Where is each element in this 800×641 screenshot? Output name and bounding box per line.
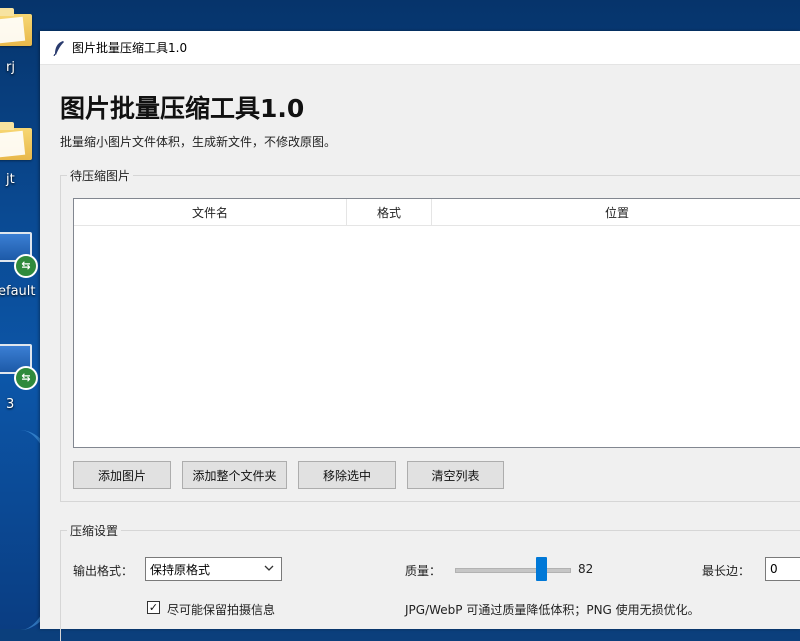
images-group-title: 待压缩图片 [67,167,134,184]
quality-label: 质量： [405,564,442,578]
add-images-button[interactable]: 添加图片 [73,461,171,489]
add-folder-button[interactable]: 添加整个文件夹 [182,461,287,489]
feather-icon [53,40,64,56]
column-location[interactable]: 位置 [432,199,800,225]
window-title: 图片批量压缩工具1.0 [72,41,188,55]
max-side-label: 最长边： [702,564,751,578]
output-format-select[interactable]: 保持原格式 [145,557,282,581]
settings-group: 压缩设置 输出格式： 保持原格式 质量： 82 最长边： 0 ✓ 尽可能保留拍摄… [60,522,800,641]
images-group: 待压缩图片 文件名 格式 位置 添加图片 添加整个文件夹 移除选中 清空列表 [60,167,800,502]
list-header: 文件名 格式 位置 [74,199,800,226]
keep-exif-checkbox[interactable]: ✓ [147,601,160,614]
quality-slider-thumb[interactable] [536,557,548,581]
clear-list-button[interactable]: 清空列表 [407,461,504,489]
folder-icon [0,8,32,46]
image-list[interactable]: 文件名 格式 位置 [73,198,800,448]
folder-icon [0,122,32,160]
output-format-value: 保持原格式 [150,562,211,577]
column-filename[interactable]: 文件名 [74,199,347,225]
keep-exif-label[interactable]: 尽可能保留拍摄信息 [167,601,275,618]
output-format-label: 输出格式： [73,564,134,578]
max-side-value: 0 [770,562,778,576]
format-hint: JPG/WebP 可通过质量降低体积；PNG 使用无损优化。 [405,603,700,617]
max-side-input[interactable]: 0 [765,557,800,581]
quality-slider-track[interactable] [455,568,571,573]
column-format[interactable]: 格式 [347,199,432,225]
page-subtitle: 批量缩小图片文件体积，生成新文件，不修改原图。 [60,135,337,149]
app-window: 图片批量压缩工具1.0 图片批量压缩工具1.0 批量缩小图片文件体积，生成新文件… [40,31,800,641]
desktop-icon-label: efault [0,284,36,299]
title-bar[interactable]: 图片批量压缩工具1.0 [40,31,800,65]
chevron-down-icon [264,565,274,571]
remove-selected-button[interactable]: 移除选中 [298,461,396,489]
checkmark-icon: ✓ [148,601,159,614]
quality-value: 82 [578,562,594,576]
connection-arrows-icon: ⇆ [14,366,38,390]
page-title: 图片批量压缩工具1.0 [60,94,305,123]
connection-arrows-icon: ⇆ [14,254,38,278]
settings-group-title: 压缩设置 [67,522,122,539]
list-button-row: 添加图片 添加整个文件夹 移除选中 清空列表 [73,461,515,489]
